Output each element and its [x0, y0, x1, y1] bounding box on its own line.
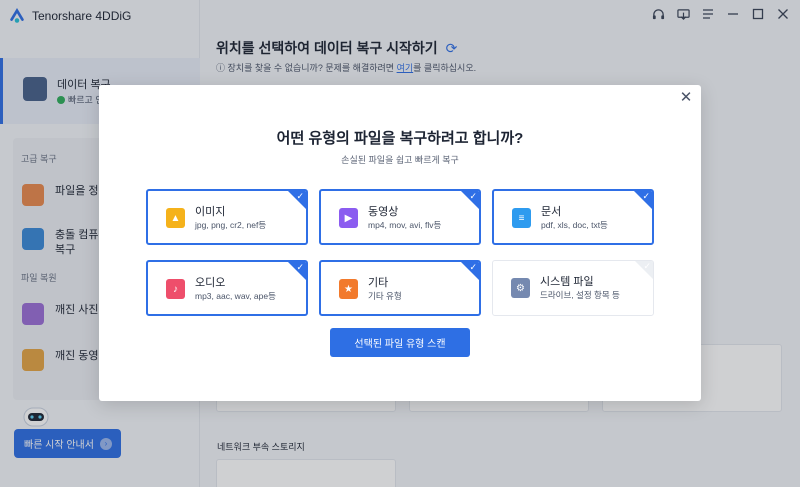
file-type-formats: mp4, mov, avi, flv등 [368, 220, 442, 230]
file-type-formats: jpg, png, cr2, nef등 [195, 220, 267, 230]
system-file-icon: ⚙ [511, 278, 530, 298]
file-type-card-audio[interactable]: ♪ 오디오 mp3, aac, wav, ape등 ✓ [146, 260, 308, 316]
image-file-icon: ▲ [166, 208, 185, 228]
checkmark-icon: ✓ [469, 191, 477, 201]
file-type-label: 문서 [541, 206, 562, 218]
file-type-card-document[interactable]: ≡ 문서 pdf, xls, doc, txt등 ✓ [492, 189, 654, 245]
file-type-formats: pdf, xls, doc, txt등 [541, 220, 608, 230]
checkmark-icon: ✓ [642, 191, 650, 201]
file-type-label: 기타 [368, 277, 389, 289]
checkmark-icon: ✓ [469, 262, 477, 272]
other-file-icon: ★ [339, 279, 358, 299]
checkmark-icon: ✓ [296, 262, 304, 272]
file-type-label: 오디오 [195, 277, 226, 289]
dialog-title: 어떤 유형의 파일을 복구하려고 합니까? [276, 130, 524, 147]
file-type-card-other[interactable]: ★ 기타 기타 유형 ✓ [319, 260, 481, 316]
file-type-card-image[interactable]: ▲ 이미지 jpg, png, cr2, nef등 ✓ [146, 189, 308, 245]
close-icon[interactable]: ✕ [679, 90, 693, 105]
file-type-card-system[interactable]: ⚙ 시스템 파일 드라이브, 설정 항목 등 ✓ [492, 260, 654, 316]
scan-selected-button[interactable]: 선택된 파일 유형 스캔 [330, 328, 470, 357]
video-file-icon: ▶ [339, 208, 358, 228]
document-file-icon: ≡ [512, 208, 531, 228]
audio-file-icon: ♪ [166, 279, 185, 299]
file-type-formats: 기타 유형 [368, 291, 402, 301]
checkmark-icon: ✓ [296, 191, 304, 201]
file-type-label: 이미지 [195, 206, 226, 218]
file-type-label: 동영상 [368, 206, 399, 218]
file-type-dialog: ✕ 어떤 유형의 파일을 복구하려고 합니까? 손실된 파일을 쉽고 빠르게 복… [99, 85, 701, 401]
file-type-label: 시스템 파일 [540, 276, 594, 288]
dialog-subtitle: 손실된 파일을 쉽고 빠르게 복구 [341, 155, 459, 165]
checkmark-icon: ✓ [643, 261, 651, 271]
file-type-formats: 드라이브, 설정 항목 등 [540, 290, 620, 300]
file-type-formats: mp3, aac, wav, ape등 [195, 291, 276, 301]
file-type-card-video[interactable]: ▶ 동영상 mp4, mov, avi, flv등 ✓ [319, 189, 481, 245]
